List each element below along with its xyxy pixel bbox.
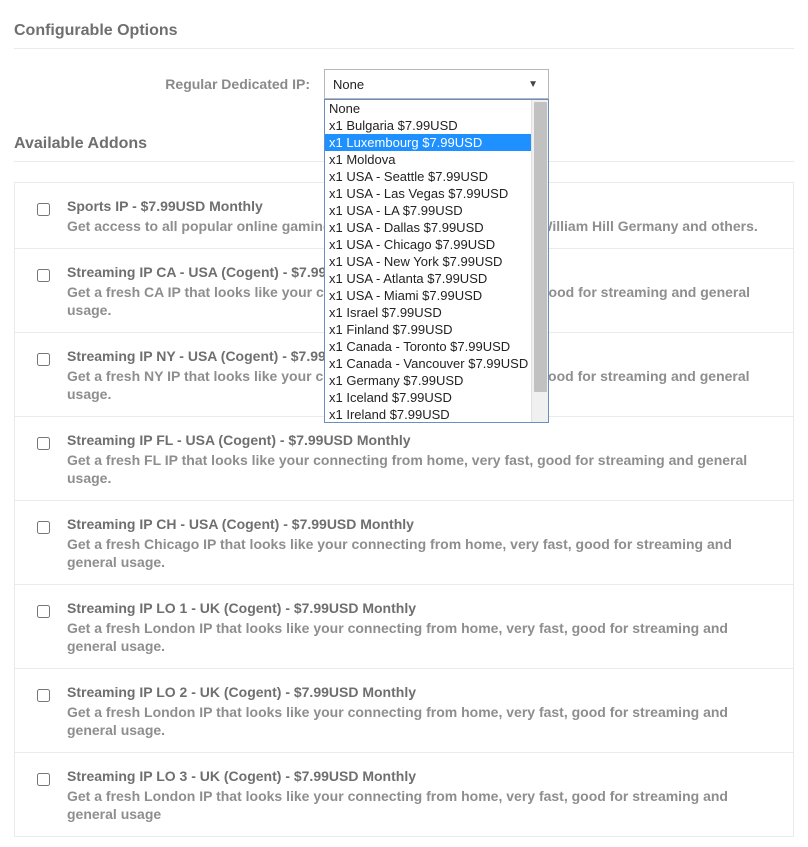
dropdown-option[interactable]: None <box>325 100 531 117</box>
dropdown-option[interactable]: x1 USA - Atlanta $7.99USD <box>325 270 531 287</box>
addon-checkbox[interactable] <box>37 605 50 618</box>
dropdown-option[interactable]: x1 USA - New York $7.99USD <box>325 253 531 270</box>
addon-row: Streaming IP FL - USA (Cogent) - $7.99US… <box>15 417 793 501</box>
addon-description: Get a fresh London IP that looks like yo… <box>67 619 775 655</box>
addon-checkbox[interactable] <box>37 437 50 450</box>
dropdown-option[interactable]: x1 USA - Las Vegas $7.99USD <box>325 185 531 202</box>
dropdown-option[interactable]: x1 Canada - Vancouver $7.99USD <box>325 355 531 372</box>
addon-description: Get a fresh Chicago IP that looks like y… <box>67 535 775 571</box>
addon-checkbox[interactable] <box>37 521 50 534</box>
addon-checkbox[interactable] <box>37 353 50 366</box>
dedicated-ip-dropdown: Nonex1 Bulgaria $7.99USDx1 Luxembourg $7… <box>324 99 549 423</box>
dedicated-ip-select[interactable]: None ▼ <box>324 69 549 99</box>
dropdown-option[interactable]: x1 Moldova <box>325 151 531 168</box>
dropdown-option[interactable]: x1 Bulgaria $7.99USD <box>325 117 531 134</box>
dropdown-option[interactable]: x1 Finland $7.99USD <box>325 321 531 338</box>
dedicated-ip-selected-value: None <box>333 77 364 92</box>
addon-description: Get a fresh London IP that looks like yo… <box>67 787 775 823</box>
addon-title: Streaming IP LO 2 - UK (Cogent) - $7.99U… <box>67 683 775 701</box>
dropdown-option[interactable]: x1 USA - LA $7.99USD <box>325 202 531 219</box>
addon-title: Streaming IP LO 3 - UK (Cogent) - $7.99U… <box>67 767 775 785</box>
dedicated-ip-label: Regular Dedicated IP: <box>14 76 324 92</box>
addon-description: Get a fresh FL IP that looks like your c… <box>67 451 775 487</box>
dropdown-option[interactable]: x1 Israel $7.99USD <box>325 304 531 321</box>
addon-row: Streaming IP LO 3 - UK (Cogent) - $7.99U… <box>15 753 793 837</box>
addon-checkbox[interactable] <box>37 773 50 786</box>
chevron-down-icon: ▼ <box>528 79 538 90</box>
dropdown-option[interactable]: x1 Canada - Toronto $7.99USD <box>325 338 531 355</box>
addon-title: Streaming IP FL - USA (Cogent) - $7.99US… <box>67 431 775 449</box>
scroll-thumb[interactable] <box>534 102 547 392</box>
addon-row: Streaming IP CH - USA (Cogent) - $7.99US… <box>15 501 793 585</box>
dropdown-option[interactable]: x1 USA - Miami $7.99USD <box>325 287 531 304</box>
dropdown-option[interactable]: x1 Luxembourg $7.99USD <box>325 134 531 151</box>
addon-title: Streaming IP LO 1 - UK (Cogent) - $7.99U… <box>67 599 775 617</box>
dropdown-scrollbar[interactable] <box>531 100 548 422</box>
dropdown-option[interactable]: x1 Iceland $7.99USD <box>325 389 531 406</box>
dropdown-option[interactable]: x1 USA - Dallas $7.99USD <box>325 219 531 236</box>
addon-row: Streaming IP LO 1 - UK (Cogent) - $7.99U… <box>15 585 793 669</box>
section-divider <box>14 48 794 49</box>
dropdown-option[interactable]: x1 Germany $7.99USD <box>325 372 531 389</box>
dedicated-ip-field: Regular Dedicated IP: None ▼ Nonex1 Bulg… <box>14 69 794 99</box>
addon-description: Get a fresh London IP that looks like yo… <box>67 703 775 739</box>
configurable-options-heading: Configurable Options <box>14 16 794 46</box>
dropdown-option[interactable]: x1 USA - Seattle $7.99USD <box>325 168 531 185</box>
dropdown-option[interactable]: x1 USA - Chicago $7.99USD <box>325 236 531 253</box>
dropdown-option[interactable]: x1 Ireland $7.99USD <box>325 406 531 422</box>
addon-title: Streaming IP CH - USA (Cogent) - $7.99US… <box>67 515 775 533</box>
addon-row: Streaming IP LO 2 - UK (Cogent) - $7.99U… <box>15 669 793 753</box>
addon-checkbox[interactable] <box>37 269 50 282</box>
addon-checkbox[interactable] <box>37 203 50 216</box>
